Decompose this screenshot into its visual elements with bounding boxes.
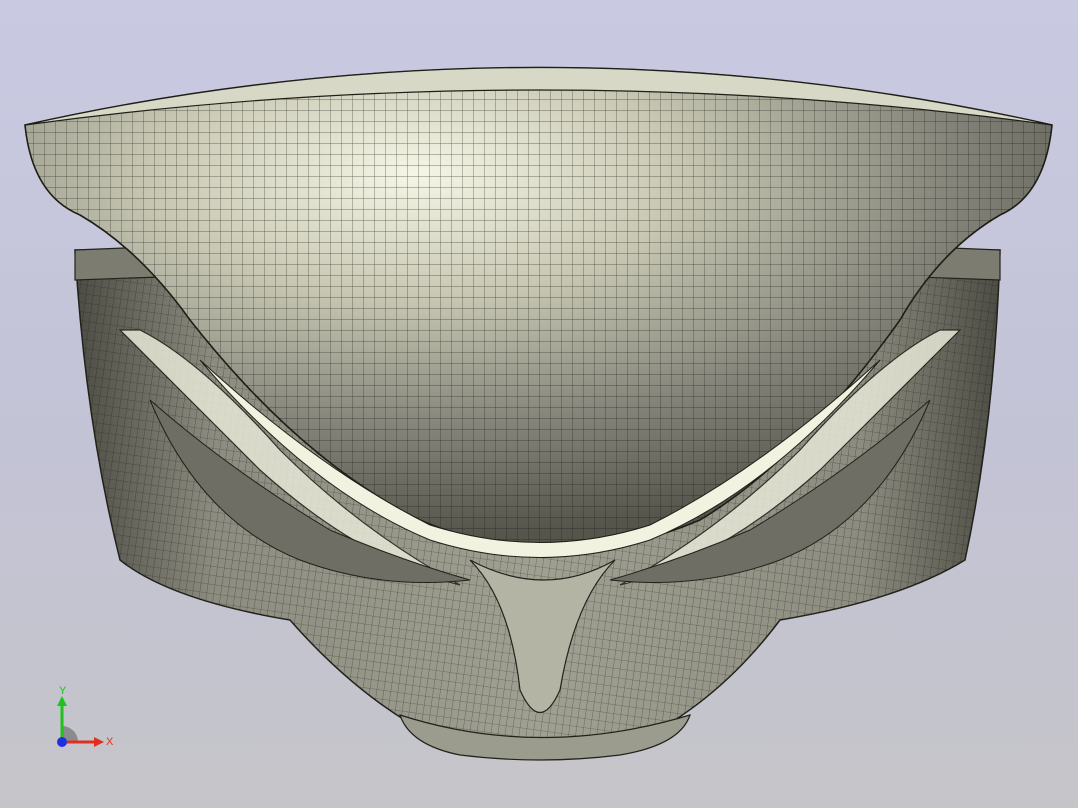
x-axis-label: X (106, 736, 114, 748)
axis-triad: Y X (57, 685, 114, 748)
mask-mesh-model[interactable] (0, 0, 1078, 808)
y-axis-label: Y (59, 685, 67, 697)
3d-viewport[interactable]: Y X (0, 0, 1078, 808)
